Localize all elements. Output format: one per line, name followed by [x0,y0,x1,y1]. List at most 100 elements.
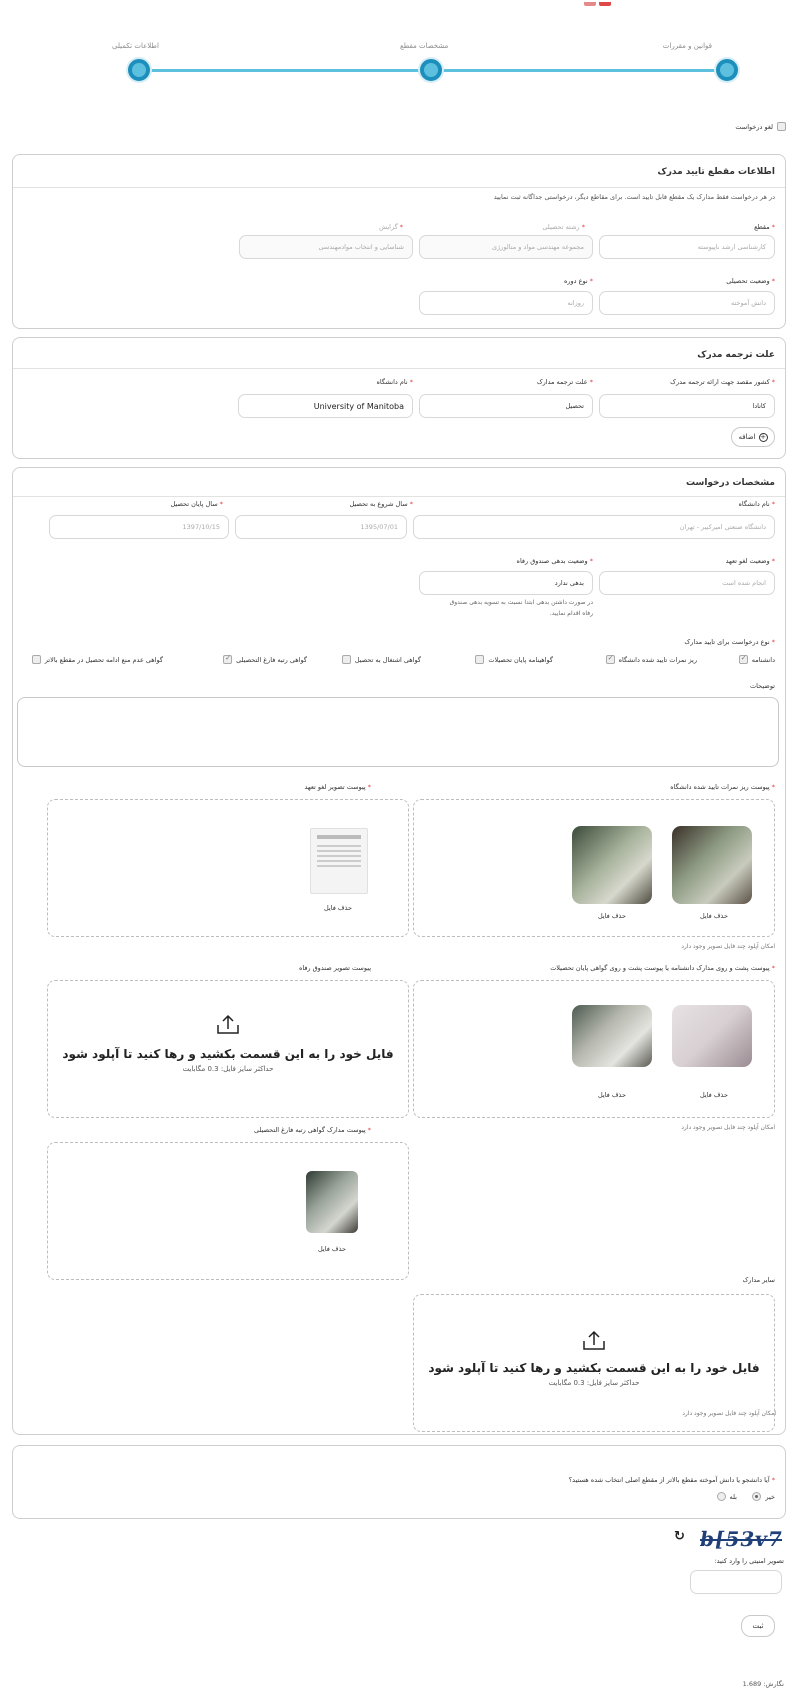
rank-upload-label: * پیوست مدارک گواهی رتبه فارغ التحصیلی [254,1126,371,1134]
step-dot-rules[interactable] [716,59,738,81]
radio-no-label: خیر [765,1492,775,1501]
course-field[interactable]: روزانه [419,291,593,315]
course-label: * نوع دوره [563,277,593,285]
cancel-request-label: لغو درخواست [735,122,773,131]
rank-dropzone[interactable]: حذف فایل [47,1142,409,1280]
checkbox-icon[interactable] [777,122,786,131]
step-label-grade: مشخصات مقطع [400,42,449,50]
step-dot-grade[interactable] [420,59,442,81]
pledge-dropzone[interactable]: حذف فایل [47,799,409,937]
dropzone-title: فایل خود را به این قسمت بکشید و رها کنید… [62,1047,394,1061]
pledge-status-field[interactable]: انجام شده است [599,571,775,595]
pledge-status-label: * وضعیت لغو تعهد [725,557,775,565]
doc-type-diploma[interactable]: دانشنامه [738,654,775,664]
description-textarea[interactable] [17,697,779,767]
radio-no[interactable]: خیر [752,1492,775,1501]
branch-field[interactable]: شناسایی و انتخاب موادمهندسی [239,235,413,259]
panel-question: * آیا دانشجو یا دانش آموخته مقطع بالاتر … [12,1445,786,1519]
transcript-dropzone[interactable]: حذف فایل حذف فایل [413,799,775,937]
delete-file-link[interactable]: حذف فایل [598,1091,626,1099]
radio-icon[interactable] [752,1492,762,1501]
captcha-image: b[53v7 [700,1527,782,1551]
add-button-label: اضافه [738,433,756,441]
checkbox-icon[interactable] [605,654,615,664]
dropzone-size-note: حداکثر سایز فایل: 0.3 مگابایت [548,1379,640,1387]
start-year-field[interactable]: 1395/07/01 [235,515,407,539]
fund-dropzone[interactable]: فایل خود را به این قسمت بکشید و رها کنید… [47,980,409,1118]
plus-circle-icon: + [758,432,768,442]
delete-file-link[interactable]: حذف فایل [598,912,626,920]
branch-label: * گرایش [379,223,403,231]
doc-type-label: * نوع درخواست برای تایید مدارک [684,638,775,646]
degree-note: در هر درخواست فقط مدارک یک مقطع قابل تای… [493,193,775,201]
reason-field[interactable]: تحصیل [419,394,593,418]
captcha-input[interactable] [690,1570,782,1594]
step-label-rules: قوانین و مقررات [662,42,712,50]
fund-status-field[interactable]: بدهی ندارد [419,571,593,595]
checkbox-icon[interactable] [341,655,351,664]
grade-label: * مقطع [754,223,775,231]
divider [13,368,785,369]
doc-type-enrollment[interactable]: گواهی اشتغال به تحصیل [341,655,421,664]
checkbox-icon[interactable] [475,655,485,664]
country-field[interactable]: کانادا [599,394,775,418]
captcha-label: تصویر امنیتی را وارد کنید: [714,1557,784,1565]
end-year-field[interactable]: 1397/10/15 [49,515,229,539]
submit-button[interactable]: ثبت [741,1615,775,1637]
uni-label: * نام دانشگاه [738,500,776,508]
delete-file-link[interactable]: حذف فایل [700,912,728,920]
start-year-label: * سال شروع به تحصیل [349,500,413,508]
radio-yes[interactable]: بله [716,1492,737,1501]
transcript-thumb-1 [672,826,752,904]
transcript-thumb-2 [572,826,652,904]
refresh-captcha-icon[interactable]: ↻ [674,1529,685,1544]
multi-upload-note: امکان آپلود چند فایل تصویر وجود دارد [681,943,775,950]
checkbox-icon[interactable] [31,655,41,664]
doc-type-no-objection[interactable]: گواهی عدم منع ادامه تحصیل در مقطع بالاتر [31,655,163,664]
doc-type-label-text: گواهی رتبه فارغ التحصیلی [236,655,307,664]
upload-icon [216,1013,240,1035]
doc-type-rank[interactable]: گواهی رتبه فارغ التحصیلی [223,654,307,664]
checkbox-icon[interactable] [223,654,233,664]
divider [13,187,785,188]
step-label-extra: اطلاعات تکمیلی [112,42,159,50]
university-label: * نام دانشگاه [376,378,414,386]
doc-type-label-text: گواهی عدم منع ادامه تحصیل در مقطع بالاتر [44,655,163,664]
status-label: * وضعیت تحصیلی [726,277,775,285]
dropzone-title: فایل خود را به این قسمت بکشید و رها کنید… [428,1361,760,1375]
fund-help-2: رفاه اقدام نمایید. [549,610,593,617]
panel-degree-info: اطلاعات مقطع تایید مدرک در هر درخواست فق… [12,154,786,329]
dropzone-size-note: حداکثر سایز فایل: 0.3 مگابایت [182,1065,274,1073]
multi-upload-note: امکان آپلود چند فایل تصویر وجود دارد [681,1124,775,1131]
university-field[interactable]: University of Manitoba [238,394,413,418]
add-button[interactable]: + اضافه [731,427,775,447]
higher-degree-question: * آیا دانشجو یا دانش آموخته مقطع بالاتر … [568,1476,775,1484]
doc-type-label-text: گواهینامه پایان تحصیلات [488,655,553,664]
header-logo-marks [584,0,624,6]
grade-field[interactable]: کارشناسی ارشد ناپیوسته [599,235,775,259]
doc-type-transcript[interactable]: ریز نمرات تایید شده دانشگاه [605,654,697,664]
delete-file-link[interactable]: حذف فایل [318,1245,346,1253]
other-docs-label: سایر مدارک [742,1276,775,1284]
doc-type-completion[interactable]: گواهینامه پایان تحصیلات [475,655,553,664]
cancel-request-checkbox[interactable]: لغو درخواست [735,122,786,131]
doc-type-label-text: ریز نمرات تایید شده دانشگاه [618,655,697,664]
version-label: نگارش: 1.689 [742,1680,784,1688]
diploma-dropzone[interactable]: حذف فایل حذف فایل [413,980,775,1118]
delete-file-link[interactable]: حذف فایل [324,904,352,912]
fund-status-label: * وضعیت بدهی صندوق رفاه [516,557,593,565]
step-dot-extra[interactable] [128,59,150,81]
uni-field[interactable]: دانشگاه صنعتی امیرکبیر - تهران [413,515,775,539]
multi-upload-note: امکان آپلود چند فایل تصویر وجود دارد [682,1410,776,1417]
status-field[interactable]: دانش آموخته [599,291,775,315]
diploma-thumb-2 [572,1005,652,1067]
divider [13,496,785,497]
panel-request: مشخصات درخواست * نام دانشگاه دانشگاه صنع… [12,467,786,1435]
delete-file-link[interactable]: حذف فایل [700,1091,728,1099]
upload-icon [582,1329,606,1351]
radio-icon[interactable] [716,1492,726,1501]
study-field[interactable]: مجموعه مهندسی مواد و متالورژی [419,235,593,259]
checkbox-icon[interactable] [738,654,748,664]
diploma-thumb-1 [672,1005,752,1067]
transcript-upload-label: * پیوست ریز نمرات تایید شده دانشگاه [670,783,775,791]
